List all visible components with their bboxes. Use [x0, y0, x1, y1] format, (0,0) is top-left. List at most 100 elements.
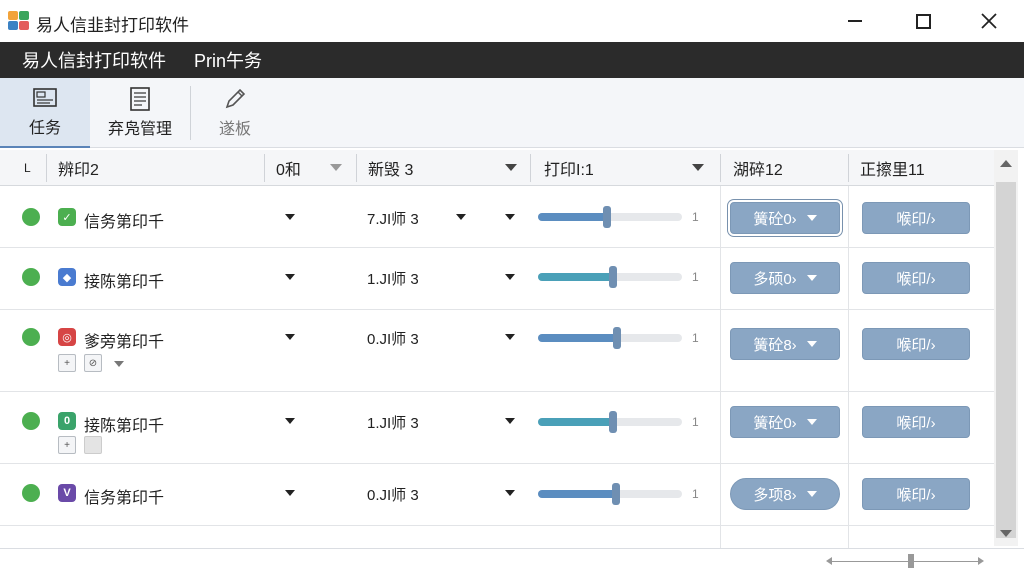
- table-row[interactable]: ✓ 信务第印千 7.JI师 3 1 簧砼0› 喉印/›: [0, 186, 994, 248]
- chevron-down-icon: [806, 215, 817, 221]
- chevron-down-icon: [806, 491, 817, 497]
- document-list-icon: [130, 87, 150, 111]
- header-divider: [530, 154, 531, 182]
- tool-templates[interactable]: 遂板: [200, 78, 270, 148]
- slider-thumb[interactable]: [603, 206, 612, 228]
- column-divider: [848, 186, 849, 548]
- print-dropdown-button[interactable]: 喉印/›: [862, 478, 970, 510]
- slider-fill: [538, 334, 618, 342]
- print-dropdown-button[interactable]: 喉印/›: [862, 328, 970, 360]
- action-dropdown-button[interactable]: 簧砼0›: [730, 406, 840, 438]
- slider-end-marker: 1: [692, 210, 699, 224]
- tool-tasks[interactable]: 任务: [0, 78, 90, 148]
- scroll-right-icon[interactable]: [978, 557, 984, 565]
- chevron-down-icon[interactable]: [285, 490, 295, 496]
- task-size: 7.JI师 3: [367, 211, 419, 228]
- slider-thumb[interactable]: [608, 411, 617, 433]
- horizontal-scroll-track[interactable]: [830, 561, 980, 562]
- toolbar-divider: [190, 86, 191, 140]
- task-table: L 辨印2 0和 新毁 3 打印I:1 湖碎12 正擦里11 ✓ 信务第印千 7…: [0, 150, 994, 548]
- print-dropdown-button[interactable]: 喉印/›: [862, 262, 970, 294]
- header-col-print[interactable]: 打印I:1: [544, 150, 594, 186]
- print-progress-slider[interactable]: [538, 411, 682, 433]
- menu-item-app[interactable]: 易人信封打印软件: [22, 47, 166, 73]
- action-dropdown-button[interactable]: 簧砼8›: [730, 328, 840, 360]
- link-icon[interactable]: ⊘: [84, 354, 102, 372]
- close-button[interactable]: [954, 0, 1024, 42]
- header-divider: [720, 154, 721, 182]
- slider-thumb[interactable]: [608, 266, 617, 288]
- chevron-down-icon[interactable]: [505, 214, 515, 220]
- maximize-icon: [915, 13, 931, 29]
- print-dropdown-button[interactable]: 喉印/›: [862, 202, 970, 234]
- maximize-button[interactable]: [888, 0, 958, 42]
- header-col-action2[interactable]: 正擦里11: [860, 150, 925, 186]
- action-dropdown-button[interactable]: 簧砼0›: [730, 202, 840, 234]
- slider-fill: [538, 213, 608, 221]
- print-progress-slider[interactable]: [538, 266, 682, 288]
- sub-option-icon[interactable]: +: [58, 436, 76, 454]
- scroll-up-icon[interactable]: [1000, 160, 1012, 167]
- print-progress-slider[interactable]: [538, 327, 682, 349]
- chevron-down-icon[interactable]: [285, 418, 295, 424]
- table-row[interactable]: V 信务第印千 0.JI师 3 1 多项8› 喉印/›: [0, 464, 994, 526]
- print-progress-slider[interactable]: [538, 206, 682, 228]
- table-row[interactable]: ◎ 爹旁第印千 + ⊘ 0.JI师 3 1 簧砼8› 喉印/›: [0, 310, 994, 392]
- slider-thumb[interactable]: [611, 483, 620, 505]
- header-sort-icon[interactable]: [692, 164, 704, 171]
- task-size: 0.JI师 3: [367, 487, 419, 504]
- print-dropdown-button[interactable]: 喉印/›: [862, 406, 970, 438]
- action-dropdown-button[interactable]: 多硕0›: [730, 262, 840, 294]
- status-ok-icon: [22, 484, 40, 502]
- chevron-down-icon: [806, 341, 817, 347]
- toolbar: 任务 弃凫管理 遂板: [0, 78, 1024, 148]
- task-name: 信务第印千: [84, 490, 165, 507]
- tool-template-manage[interactable]: 弃凫管理: [98, 78, 182, 148]
- header-divider: [46, 154, 47, 182]
- table-header: L 辨印2 0和 新毁 3 打印I:1 湖碎12 正擦里11: [0, 150, 994, 186]
- chevron-down-icon[interactable]: [285, 274, 295, 280]
- chevron-down-icon[interactable]: [505, 334, 515, 340]
- horizontal-scroll-thumb[interactable]: [908, 554, 914, 568]
- slider-end-marker: 1: [692, 415, 699, 429]
- minimize-button[interactable]: [820, 0, 890, 42]
- header-col-and[interactable]: 0和: [276, 150, 301, 186]
- chevron-down-icon[interactable]: [505, 418, 515, 424]
- task-type-icon: V: [58, 484, 76, 502]
- chevron-down-icon[interactable]: [285, 214, 295, 220]
- scrollbar-thumb[interactable]: [996, 182, 1016, 538]
- chevron-down-icon[interactable]: [505, 274, 515, 280]
- slider-end-marker: 1: [692, 487, 699, 501]
- task-type-icon: 0: [58, 412, 76, 430]
- table-row[interactable]: 0 接陈第印千 + 1.JI师 3 1 簧砼0› 喉印/›: [0, 392, 994, 464]
- header-sort-icon[interactable]: [330, 164, 342, 171]
- menu-item-print-tasks[interactable]: Prin午务: [194, 47, 262, 73]
- table-row[interactable]: ◆ 接陈第印千 1.JI师 3 1 多硕0› 喉印/›: [0, 248, 994, 310]
- chevron-down-icon[interactable]: [456, 214, 466, 220]
- header-col-status[interactable]: L: [24, 150, 31, 186]
- status-ok-icon: [22, 412, 40, 430]
- print-progress-slider[interactable]: [538, 483, 682, 505]
- tool-label: 任务: [28, 120, 61, 137]
- task-type-icon: ◎: [58, 328, 76, 346]
- scroll-down-icon[interactable]: [1000, 530, 1012, 537]
- header-sort-icon[interactable]: [505, 164, 517, 171]
- chevron-down-icon[interactable]: [505, 490, 515, 496]
- column-divider: [720, 186, 721, 548]
- slider-fill: [538, 490, 616, 498]
- action-dropdown-button[interactable]: 多项8›: [730, 478, 840, 510]
- slider-end-marker: 1: [692, 270, 699, 284]
- status-bar: [0, 548, 1024, 576]
- sub-option-icon[interactable]: +: [58, 354, 76, 372]
- placeholder-box[interactable]: [84, 436, 102, 454]
- menu-bar: 易人信封打印软件 Prin午务: [0, 42, 1024, 78]
- header-col-action1[interactable]: 湖碎12: [733, 150, 783, 186]
- header-col-name[interactable]: 辨印2: [58, 150, 99, 186]
- vertical-scrollbar[interactable]: [994, 150, 1018, 546]
- chevron-down-icon[interactable]: [114, 361, 124, 367]
- slider-fill: [538, 418, 613, 426]
- header-col-size[interactable]: 新毁 3: [368, 150, 413, 186]
- chevron-down-icon: [806, 419, 817, 425]
- chevron-down-icon[interactable]: [285, 334, 295, 340]
- slider-thumb[interactable]: [613, 327, 622, 349]
